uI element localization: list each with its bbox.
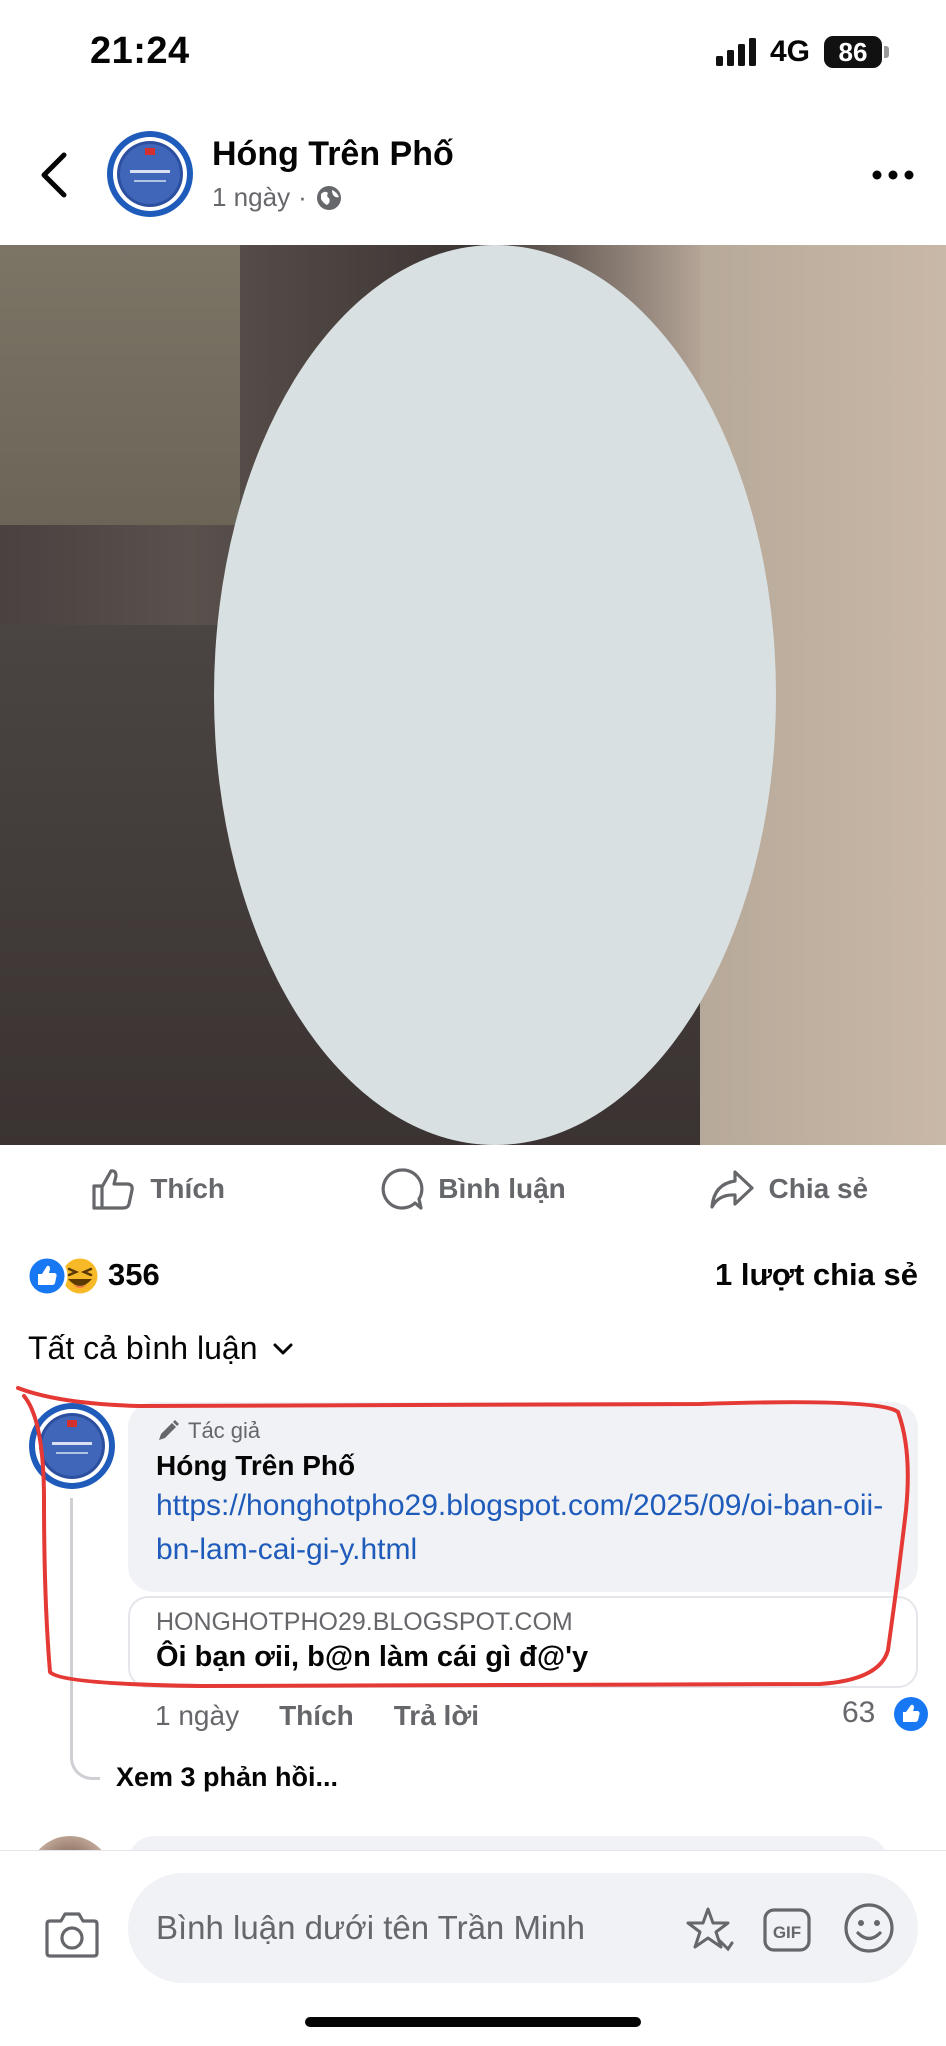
- post-actions: Thích Bình luận Chia sẻ: [0, 1148, 946, 1230]
- comment-label: Bình luận: [438, 1173, 566, 1204]
- share-arrow-icon: [709, 1170, 754, 1209]
- post-image[interactable]: [0, 245, 946, 1145]
- reaction-count: 356: [108, 1257, 160, 1292]
- share-button[interactable]: Chia sẻ: [631, 1148, 946, 1230]
- comment-like-button[interactable]: Thích: [279, 1700, 354, 1732]
- comment-bubble-icon: [381, 1168, 424, 1210]
- like-reaction-icon: [26, 1255, 68, 1297]
- back-button[interactable]: [30, 145, 80, 205]
- status-time: 21:24: [90, 30, 190, 72]
- comment-input-container[interactable]: GIF: [128, 1873, 918, 1983]
- post-header: Hóng Trên Phố 1 ngày ·: [0, 100, 946, 245]
- preview-title: Ôi bạn ơii, b@n làm cái gì đ@'y: [156, 1641, 589, 1673]
- filter-label: Tất cả bình luận: [28, 1330, 258, 1366]
- emoji-icon[interactable]: [842, 1901, 896, 1955]
- globe-icon: [316, 185, 341, 210]
- network-type: 4G: [770, 35, 811, 68]
- preview-domain: HONGHOTPHO29.BLOGSPOT.COM: [156, 1608, 573, 1636]
- like-label: Thích: [150, 1173, 225, 1204]
- view-replies-link[interactable]: Xem 3 phản hồi...: [116, 1762, 338, 1793]
- like-button[interactable]: Thích: [0, 1148, 315, 1230]
- comment-meta: 1 ngày Thích Trả lời: [155, 1700, 479, 1732]
- post-time: 1 ngày: [212, 182, 291, 212]
- comment-link[interactable]: https://honghotpho29.blogspot.com/2025/0…: [156, 1484, 890, 1572]
- comment-button[interactable]: Bình luận: [315, 1148, 630, 1230]
- author-badge: Tác giả: [156, 1416, 890, 1446]
- sticker-icon[interactable]: [680, 1903, 736, 1957]
- reaction-icons: [26, 1255, 101, 1297]
- comments-filter[interactable]: Tất cả bình luận: [28, 1330, 295, 1367]
- thumbs-up-icon: [92, 1169, 135, 1210]
- chevron-down-icon: [273, 1343, 293, 1354]
- share-label: Chia sẻ: [768, 1173, 869, 1204]
- battery-icon: 86: [824, 36, 882, 68]
- meta-separator: ·: [298, 182, 307, 212]
- comment-input[interactable]: [156, 1903, 676, 1953]
- gif-label: GIF: [773, 1923, 801, 1942]
- comment-like-count: 63: [842, 1696, 876, 1729]
- share-count[interactable]: 1 lượt chia sẻ: [715, 1257, 918, 1293]
- commenter-avatar[interactable]: [28, 1402, 116, 1490]
- home-indicator: [305, 2017, 641, 2027]
- comment-reply-button[interactable]: Trả lời: [394, 1700, 479, 1732]
- author-badge-label: Tác giả: [188, 1418, 261, 1443]
- image-wall: [0, 245, 240, 525]
- comment-composer: GIF: [0, 1850, 946, 2046]
- status-bar: 21:24 4G 86: [0, 0, 946, 100]
- pen-icon: [159, 1420, 179, 1440]
- gif-icon[interactable]: GIF: [762, 1907, 812, 1953]
- comment-author[interactable]: Hóng Trên Phố: [156, 1450, 890, 1482]
- comment-time: 1 ngày: [155, 1700, 240, 1731]
- page-avatar[interactable]: [106, 130, 194, 218]
- post-meta: 1 ngày ·: [212, 182, 343, 213]
- like-badge-icon: [894, 1697, 928, 1731]
- page-name[interactable]: Hóng Trên Phố: [212, 135, 454, 174]
- reply-thread-line: [70, 1498, 100, 1780]
- camera-icon[interactable]: [44, 1909, 100, 1959]
- comment-bubble[interactable]: Tác giả Hóng Trên Phố https://honghotpho…: [128, 1402, 918, 1592]
- battery-nub: [884, 46, 889, 58]
- reactions-summary[interactable]: 356 1 lượt chia sẻ: [26, 1253, 926, 1303]
- signal-icon: [716, 38, 756, 66]
- more-options-icon[interactable]: [868, 160, 918, 190]
- link-preview-card[interactable]: HONGHOTPHO29.BLOGSPOT.COM Ôi bạn ơii, b@…: [128, 1596, 918, 1688]
- image-redaction-oval: [214, 245, 776, 1145]
